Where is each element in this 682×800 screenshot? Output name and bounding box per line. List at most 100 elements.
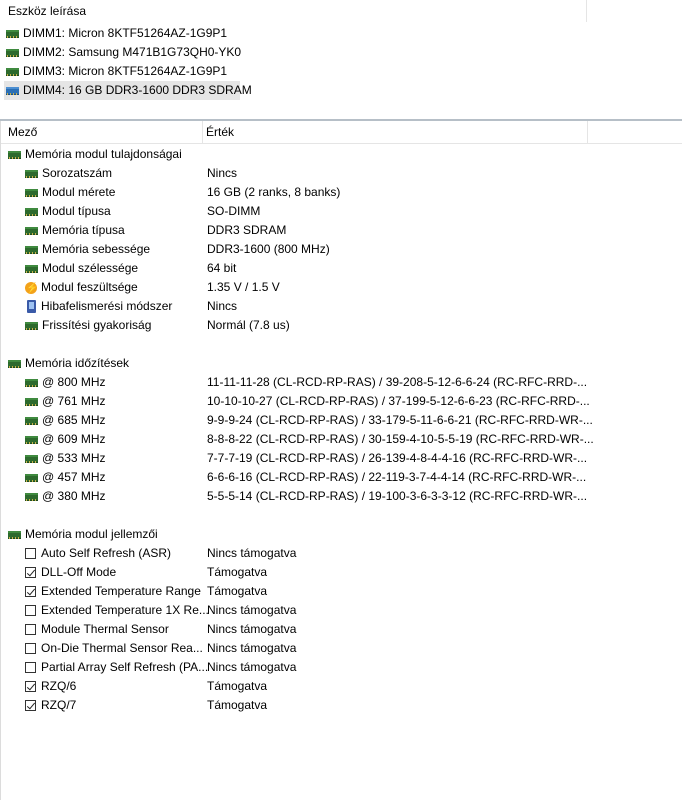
memory-chip-icon [25, 226, 38, 235]
table-row[interactable]: @ 761 MHz 10-10-10-27 (CL-RCD-RP-RAS) / … [1, 392, 682, 411]
field-cell: Modul típusa [25, 202, 111, 221]
field-label: Module Thermal Sensor [41, 622, 169, 636]
table-row[interactable]: Sorozatszám Nincs [1, 164, 682, 183]
column-divider[interactable] [587, 121, 588, 143]
field-cell: @ 800 MHz [25, 373, 106, 392]
value-cell: DDR3 SDRAM [207, 223, 287, 237]
field-label: RZQ/6 [41, 679, 77, 693]
field-cell: Frissítési gyakoriság [25, 316, 151, 335]
table-row[interactable]: Modul típusa SO-DIMM [1, 202, 682, 221]
table-row[interactable]: Auto Self Refresh (ASR) Nincs támogatva [1, 544, 682, 563]
device-item-dimm3[interactable]: DIMM3: Micron 8KTF51264AZ-1G9P1 [0, 62, 682, 81]
table-row[interactable]: Modul feszültsége 1.35 V / 1.5 V [1, 278, 682, 298]
memory-chip-icon [6, 48, 19, 57]
details-pane: Mező Érték Memória modul tulajdonságai S… [0, 121, 682, 800]
checkbox-unchecked-icon [25, 624, 36, 635]
field-cell: Hibafelismerési módszer [25, 297, 172, 316]
table-row[interactable]: Partial Array Self Refresh (PA... Nincs … [1, 658, 682, 677]
column-header-field[interactable]: Mező [8, 125, 37, 139]
table-row[interactable]: RZQ/6 Támogatva [1, 677, 682, 696]
field-label: Modul típusa [42, 204, 111, 218]
table-row[interactable]: Modul szélessége 64 bit [1, 259, 682, 278]
device-column-header[interactable]: Eszköz leírása [0, 0, 587, 22]
value-cell: Nincs [207, 166, 238, 180]
table-row[interactable]: @ 457 MHz 6-6-6-16 (CL-RCD-RP-RAS) / 22-… [1, 468, 682, 487]
table-row[interactable]: @ 380 MHz 5-5-5-14 (CL-RCD-RP-RAS) / 19-… [1, 487, 682, 506]
group-header-timings[interactable]: Memória időzítések [1, 354, 682, 373]
table-row[interactable]: @ 685 MHz 9-9-9-24 (CL-RCD-RP-RAS) / 33-… [1, 411, 682, 430]
memory-chip-icon [25, 207, 38, 216]
memory-chip-icon [25, 454, 38, 463]
value-cell: 9-9-9-24 (CL-RCD-RP-RAS) / 33-179-5-11-6… [207, 413, 593, 427]
value-cell: Nincs támogatva [207, 641, 297, 655]
group-header-cell: Memória időzítések [8, 354, 129, 373]
value-cell: 5-5-5-14 (CL-RCD-RP-RAS) / 19-100-3-6-3-… [207, 489, 588, 503]
details-column-header: Mező Érték [1, 121, 682, 144]
field-label: @ 685 MHz [42, 413, 106, 427]
group-header-features[interactable]: Memória modul jellemzői [1, 525, 682, 544]
table-row[interactable]: DLL-Off Mode Támogatva [1, 563, 682, 582]
table-row[interactable]: Modul mérete 16 GB (2 ranks, 8 banks) [1, 183, 682, 202]
field-cell: Sorozatszám [25, 164, 112, 183]
value-cell: 64 bit [207, 261, 237, 275]
field-label: @ 533 MHz [42, 451, 106, 465]
field-label: Memória sebessége [42, 242, 151, 256]
value-cell: Nincs [207, 299, 238, 313]
field-label: On-Die Thermal Sensor Rea... [41, 641, 203, 655]
column-header-value[interactable]: Érték [206, 125, 234, 139]
device-list: DIMM1: Micron 8KTF51264AZ-1G9P1 DIMM2: S… [0, 24, 682, 100]
memory-chip-icon [25, 321, 38, 330]
device-item-dimm1[interactable]: DIMM1: Micron 8KTF51264AZ-1G9P1 [0, 24, 682, 43]
field-cell: Module Thermal Sensor [25, 620, 169, 639]
field-cell: @ 457 MHz [25, 468, 106, 487]
field-label: @ 609 MHz [42, 432, 106, 446]
memory-chip-icon [8, 150, 21, 159]
field-label: Partial Array Self Refresh (PA... [41, 660, 209, 674]
memory-chip-icon [6, 29, 19, 38]
value-cell: 10-10-10-27 (CL-RCD-RP-RAS) / 37-199-5-1… [207, 394, 590, 408]
table-row[interactable]: Module Thermal Sensor Nincs támogatva [1, 620, 682, 639]
table-row[interactable]: @ 800 MHz 11-11-11-28 (CL-RCD-RP-RAS) / … [1, 373, 682, 392]
group-title: Memória modul tulajdonságai [25, 147, 182, 161]
memory-chip-icon [25, 416, 38, 425]
field-cell: @ 609 MHz [25, 430, 106, 449]
checkbox-unchecked-icon [25, 643, 36, 654]
table-row[interactable]: Extended Temperature 1X Re... Nincs támo… [1, 601, 682, 620]
field-cell: Partial Array Self Refresh (PA... [25, 658, 208, 677]
field-cell: @ 380 MHz [25, 487, 106, 506]
value-cell: 16 GB (2 ranks, 8 banks) [207, 185, 341, 199]
field-cell: @ 685 MHz [25, 411, 106, 430]
field-cell: Memória sebessége [25, 240, 150, 259]
device-item-dimm2[interactable]: DIMM2: Samsung M471B1G73QH0-YK0 [0, 43, 682, 62]
memory-chip-icon [6, 86, 19, 95]
table-row[interactable]: RZQ/7 Támogatva [1, 696, 682, 715]
field-cell: Modul mérete [25, 183, 115, 202]
memory-chip-icon [25, 397, 38, 406]
table-row[interactable]: Frissítési gyakoriság Normál (7.8 us) [1, 316, 682, 335]
table-row[interactable]: Hibafelismerési módszer Nincs [1, 297, 682, 316]
table-row[interactable]: @ 609 MHz 8-8-8-22 (CL-RCD-RP-RAS) / 30-… [1, 430, 682, 449]
field-cell: Modul feszültsége [25, 278, 138, 298]
table-row[interactable]: On-Die Thermal Sensor Rea... Nincs támog… [1, 639, 682, 658]
memory-chip-icon [25, 264, 38, 273]
table-row[interactable]: Extended Temperature Range Támogatva [1, 582, 682, 601]
device-item-dimm4[interactable]: DIMM4: 16 GB DDR3-1600 DDR3 SDRAM [0, 81, 682, 100]
checkbox-checked-icon [25, 567, 36, 578]
value-cell: 7-7-7-19 (CL-RCD-RP-RAS) / 26-139-4-8-4-… [207, 451, 588, 465]
table-row[interactable]: Memória típusa DDR3 SDRAM [1, 221, 682, 240]
field-label: Memória típusa [42, 223, 125, 237]
group-header-module-properties[interactable]: Memória modul tulajdonságai [1, 145, 682, 164]
field-cell: Modul szélessége [25, 259, 138, 278]
memory-chip-icon [25, 169, 38, 178]
table-row[interactable]: Memória sebessége DDR3-1600 (800 MHz) [1, 240, 682, 259]
value-cell: Támogatva [207, 698, 268, 712]
field-label: Hibafelismerési módszer [41, 299, 173, 313]
table-row[interactable]: @ 533 MHz 7-7-7-19 (CL-RCD-RP-RAS) / 26-… [1, 449, 682, 468]
column-divider[interactable] [202, 121, 203, 143]
field-cell: RZQ/7 [25, 696, 76, 715]
group-header-cell: Memória modul jellemzői [8, 525, 158, 544]
memory-chip-icon [25, 473, 38, 482]
field-label: Sorozatszám [42, 166, 113, 180]
value-cell: Támogatva [207, 679, 268, 693]
